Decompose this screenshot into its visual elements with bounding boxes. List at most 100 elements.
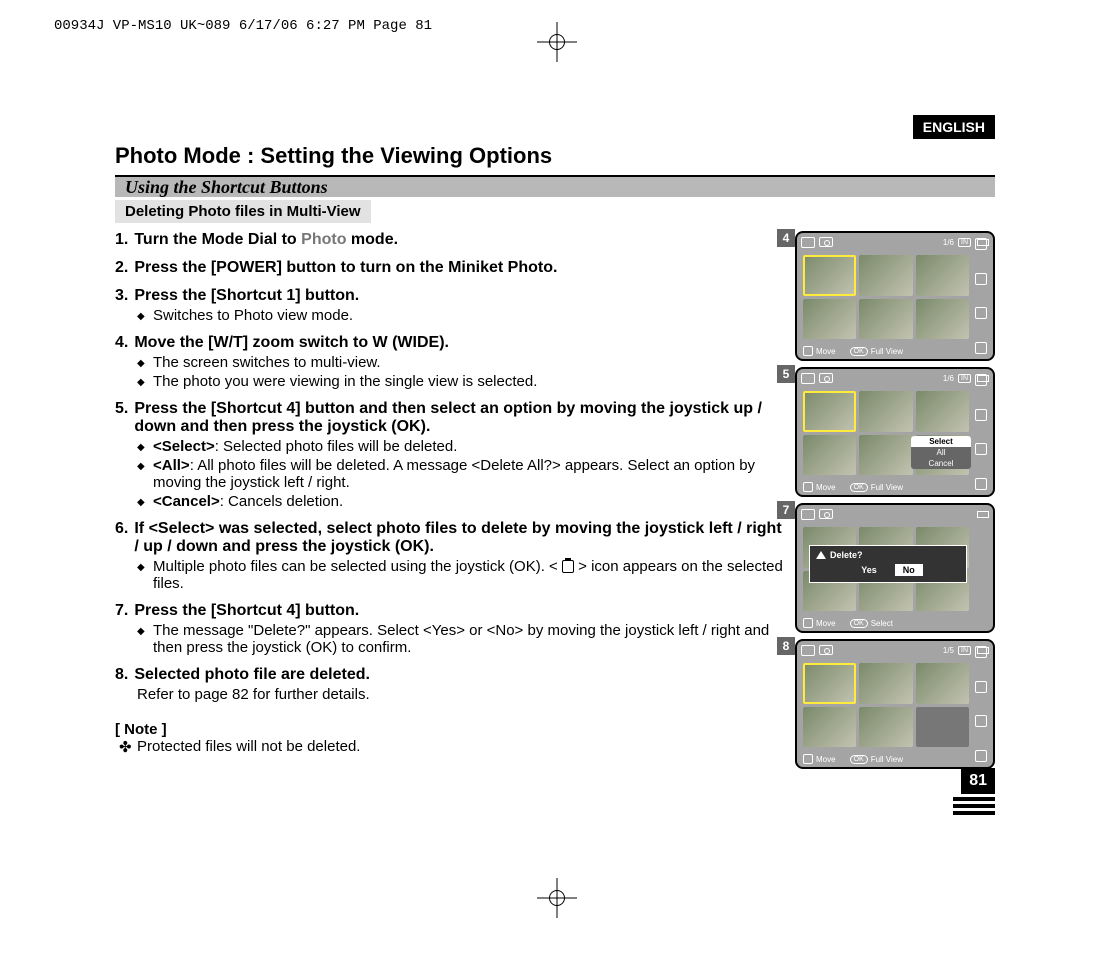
page-number-stripe: [953, 804, 995, 808]
list-item: <All>: All photo files will be deleted. …: [137, 457, 785, 491]
battery-icon: [977, 511, 989, 518]
joystick-icon: [803, 482, 813, 492]
camera-icon: [819, 373, 833, 383]
step-heading: Turn the Mode Dial to Photo mode.: [134, 231, 398, 249]
thumbnail: [916, 663, 969, 704]
storage-badge: IN: [958, 374, 971, 383]
move-label: Move: [816, 347, 836, 356]
joystick-icon: [803, 618, 813, 628]
page-title: Photo Mode : Setting the Viewing Options: [115, 143, 995, 169]
step-number: 4.: [115, 334, 128, 352]
camera-screen-figure: 1/5 IN: [795, 639, 995, 769]
thumbnail: [803, 663, 856, 704]
step-number: 1.: [115, 231, 128, 249]
list-item: <Select>: Selected photo files will be d…: [137, 438, 785, 455]
warning-icon: [816, 551, 826, 559]
storage-badge: IN: [958, 646, 971, 655]
play-icon: [801, 373, 815, 384]
ok-badge: OK: [850, 619, 868, 628]
step-heading: Selected photo file are deleted.: [134, 666, 370, 684]
fullview-label: Full View: [871, 755, 903, 764]
step-trailing-text: Refer to page 82 for further details.: [137, 686, 785, 703]
thumbnail: [859, 707, 912, 748]
instructions-column: 1. Turn the Mode Dial to Photo mode. 2. …: [115, 231, 785, 775]
move-label: Move: [816, 755, 836, 764]
section-subtitle: Using the Shortcut Buttons: [125, 177, 328, 198]
menu-item-cancel: Cancel: [911, 458, 971, 469]
photo-counter: 1/6: [943, 238, 954, 247]
camera-screen-figure: 1/6 IN: [795, 367, 995, 497]
step-number: 6.: [115, 520, 128, 556]
page-number: 81: [961, 768, 995, 794]
step-number: 2.: [115, 259, 128, 277]
thumbnail: [803, 707, 856, 748]
thumbnail: [859, 255, 912, 296]
dialog-option-yes: Yes: [853, 564, 885, 576]
step-heading: Move the [W/T] zoom switch to W (WIDE).: [134, 334, 449, 352]
list-item: Multiple photo files can be selected usi…: [137, 558, 785, 592]
step-heading: Press the [Shortcut 4] button and then s…: [134, 400, 785, 436]
dialog-option-no: No: [895, 564, 923, 576]
play-icon: [801, 645, 815, 656]
menu-item-select: Select: [911, 436, 971, 447]
play-icon: [975, 646, 987, 658]
figure-number: 8: [777, 637, 795, 655]
fullview-label: Full View: [871, 483, 903, 492]
move-label: Move: [816, 619, 836, 628]
delete-confirm-dialog: Delete? Yes No: [809, 545, 967, 583]
camera-icon: [819, 509, 833, 519]
menu-item-all: All: [911, 447, 971, 458]
thumbnail-empty: [916, 707, 969, 748]
note-item: Protected files will not be deleted.: [119, 738, 785, 755]
joystick-icon: [803, 754, 813, 764]
lock-icon: [975, 443, 987, 455]
photo-counter: 1/6: [943, 374, 954, 383]
multi-icon: [975, 409, 987, 421]
thumbnail: [859, 435, 912, 476]
thumbnail: [859, 663, 912, 704]
play-icon: [801, 237, 815, 248]
thumbnail: [859, 299, 912, 340]
trash-icon: [975, 750, 987, 762]
crop-mark-icon: [537, 878, 577, 918]
step-heading: If <Select> was selected, select photo f…: [134, 520, 785, 556]
thumbnail: [803, 435, 856, 476]
crop-mark-icon: [537, 22, 577, 62]
storage-badge: IN: [958, 238, 971, 247]
multi-icon: [975, 273, 987, 285]
step-heading: Press the [POWER] button to turn on the …: [134, 259, 557, 277]
trash-icon: [562, 560, 574, 573]
photo-counter: 1/5: [943, 646, 954, 655]
play-icon: [975, 238, 987, 250]
lock-icon: [975, 715, 987, 727]
subsection-box: Deleting Photo files in Multi-View: [115, 200, 371, 223]
list-item: <Cancel>: Cancels deletion.: [137, 493, 785, 510]
thumbnail: [803, 299, 856, 340]
note-heading: [ Note ]: [115, 721, 785, 738]
camera-icon: [819, 237, 833, 247]
select-label: Select: [871, 619, 893, 628]
joystick-icon: [803, 346, 813, 356]
delete-option-menu: Select All Cancel: [911, 436, 971, 469]
camera-screen-figure: Delete? Yes No Move OKSelect: [795, 503, 995, 633]
play-icon: [801, 509, 815, 520]
dialog-title: Delete?: [830, 550, 863, 560]
page-number-stripe: [953, 811, 995, 815]
figure-number: 4: [777, 229, 795, 247]
ok-badge: OK: [850, 755, 868, 764]
step-number: 5.: [115, 400, 128, 436]
thumbnail: [916, 299, 969, 340]
step-heading: Press the [Shortcut 4] button.: [134, 602, 359, 620]
play-icon: [975, 374, 987, 386]
language-badge: ENGLISH: [913, 115, 995, 139]
thumbnail: [803, 391, 856, 432]
figure-number: 5: [777, 365, 795, 383]
figure-number: 7: [777, 501, 795, 519]
thumbnail: [803, 255, 856, 296]
fullview-label: Full View: [871, 347, 903, 356]
page-number-tab: 81: [953, 768, 995, 815]
ok-badge: OK: [850, 347, 868, 356]
subtitle-bar: Using the Shortcut Buttons: [115, 175, 995, 197]
trash-icon: [975, 342, 987, 354]
lock-icon: [975, 307, 987, 319]
